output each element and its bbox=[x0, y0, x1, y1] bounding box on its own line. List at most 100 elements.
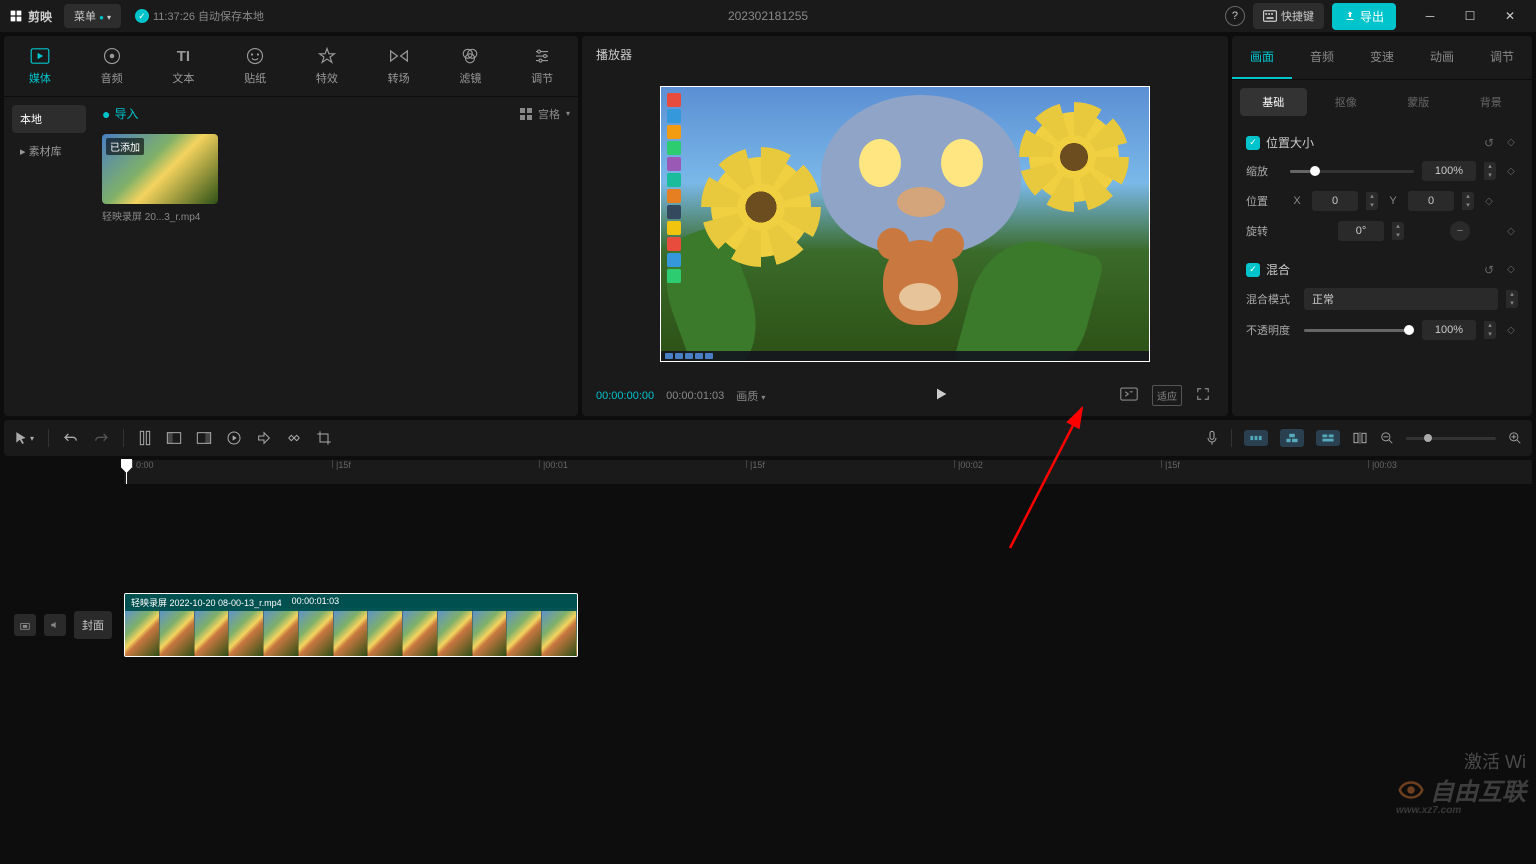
close-button[interactable]: ✕ bbox=[1492, 2, 1528, 30]
scale-slider[interactable] bbox=[1290, 170, 1414, 173]
cover-button[interactable]: 封面 bbox=[74, 611, 112, 639]
props-tab-adjust[interactable]: 调节 bbox=[1472, 36, 1532, 79]
select-tool[interactable]: ▾ bbox=[14, 431, 34, 445]
redo-button[interactable] bbox=[93, 431, 109, 445]
transition-icon bbox=[389, 46, 409, 66]
tab-effect[interactable]: 特效 bbox=[291, 36, 363, 96]
play-button[interactable] bbox=[933, 386, 949, 405]
media-item-name: 轻映录屏 20...3_r.mp4 bbox=[102, 208, 218, 223]
added-badge: 已添加 bbox=[106, 138, 144, 155]
rotation-input[interactable] bbox=[1338, 221, 1384, 241]
keyframe-icon[interactable]: ◇ bbox=[1504, 136, 1518, 150]
keyframe-icon[interactable]: ◇ bbox=[1482, 194, 1496, 208]
reset-icon[interactable]: ↺ bbox=[1484, 263, 1494, 277]
media-tabs: 媒体 音频 TI文本 贴纸 特效 转场 滤镜 调节 bbox=[4, 36, 578, 97]
keyframe-icon[interactable]: ◇ bbox=[1504, 323, 1518, 337]
watermark: 自由互联 www.xz7.com bbox=[1396, 772, 1526, 816]
blend-mode-select[interactable] bbox=[1304, 288, 1498, 310]
minimize-button[interactable]: ─ bbox=[1412, 2, 1448, 30]
delete-right-tool[interactable] bbox=[196, 431, 212, 445]
keyframe-icon[interactable]: ◇ bbox=[1504, 224, 1518, 238]
x-spinner[interactable]: ▴▾ bbox=[1366, 192, 1378, 210]
compare-icon[interactable] bbox=[1116, 385, 1142, 406]
freeze-tool[interactable] bbox=[286, 430, 302, 446]
tab-text[interactable]: TI文本 bbox=[148, 36, 220, 96]
zoom-slider[interactable] bbox=[1406, 437, 1496, 440]
menu-button[interactable]: 菜单 ● ▾ bbox=[64, 4, 121, 28]
y-spinner[interactable]: ▴▾ bbox=[1462, 192, 1474, 210]
scale-input[interactable] bbox=[1422, 161, 1476, 181]
subtab-mask[interactable]: 蒙版 bbox=[1385, 88, 1452, 116]
track-lock-button[interactable] bbox=[14, 614, 36, 636]
preview-axis[interactable] bbox=[1352, 432, 1368, 444]
preview-controls: 00:00:00:00 00:00:01:03 画质 ▾ 适应 bbox=[582, 375, 1228, 416]
track-header: 封面 bbox=[4, 611, 124, 639]
quality-selector[interactable]: 画质 ▾ bbox=[736, 388, 765, 404]
preview-viewport[interactable] bbox=[582, 73, 1228, 375]
preview-panel: 播放器 00:00:00:00 00:00:01:03 画质 ▾ bbox=[582, 36, 1228, 416]
undo-button[interactable] bbox=[63, 431, 79, 445]
video-clip[interactable]: 轻映录屏 2022-10-20 08-00-13_r.mp4 00:00:01:… bbox=[124, 593, 578, 657]
props-tab-speed[interactable]: 变速 bbox=[1352, 36, 1412, 79]
blend-mode-spinner[interactable]: ▴▾ bbox=[1506, 290, 1518, 308]
time-total: 00:00:01:03 bbox=[666, 390, 724, 402]
blend-checkbox[interactable]: ✓ bbox=[1246, 263, 1260, 277]
magnet-main-track[interactable] bbox=[1244, 430, 1268, 446]
view-mode-toggle[interactable]: 宫格 ▾ bbox=[520, 106, 570, 122]
delete-left-tool[interactable] bbox=[166, 431, 182, 445]
magnet-link[interactable] bbox=[1316, 430, 1340, 446]
media-thumbnail: 已添加 bbox=[102, 134, 218, 204]
fullscreen-icon[interactable] bbox=[1192, 385, 1214, 406]
mic-icon[interactable] bbox=[1205, 430, 1219, 446]
reset-icon[interactable]: ↺ bbox=[1484, 136, 1494, 150]
position-x-input[interactable] bbox=[1312, 191, 1358, 211]
keyframe-icon[interactable]: ◇ bbox=[1504, 164, 1518, 178]
export-button[interactable]: 导出 bbox=[1332, 3, 1396, 30]
props-tab-picture[interactable]: 画面 bbox=[1232, 36, 1292, 79]
subtab-cutout[interactable]: 抠像 bbox=[1313, 88, 1380, 116]
magnet-auto[interactable] bbox=[1280, 429, 1304, 447]
tab-sticker[interactable]: 贴纸 bbox=[219, 36, 291, 96]
reverse-tool[interactable] bbox=[256, 431, 272, 445]
zoom-in-icon[interactable] bbox=[1508, 431, 1522, 445]
tab-audio[interactable]: 音频 bbox=[76, 36, 148, 96]
preview-header: 播放器 bbox=[582, 36, 1228, 73]
props-tab-animation[interactable]: 动画 bbox=[1412, 36, 1472, 79]
import-button[interactable]: ● 导入 bbox=[102, 105, 138, 122]
position-y-input[interactable] bbox=[1408, 191, 1454, 211]
keyframe-icon[interactable]: ◇ bbox=[1504, 263, 1518, 277]
split-tool[interactable] bbox=[138, 430, 152, 446]
timeline-area[interactable]: 0:00 |15f |00:01 |15f |00:02 |15f |00:03… bbox=[4, 460, 1532, 484]
opacity-input[interactable] bbox=[1422, 320, 1476, 340]
opacity-slider[interactable] bbox=[1304, 329, 1414, 332]
timeline-ruler[interactable]: 0:00 |15f |00:01 |15f |00:02 |15f |00:03 bbox=[124, 460, 1532, 484]
maximize-button[interactable]: ☐ bbox=[1452, 2, 1488, 30]
sidebar-item-library[interactable]: ▸ 素材库 bbox=[12, 137, 86, 165]
time-current: 00:00:00:00 bbox=[596, 390, 654, 402]
record-tool[interactable] bbox=[226, 430, 242, 446]
media-icon bbox=[30, 46, 50, 66]
shortcut-button[interactable]: 快捷键 bbox=[1253, 3, 1324, 29]
preview-frame bbox=[660, 86, 1150, 362]
media-item[interactable]: 已添加 轻映录屏 20...3_r.mp4 bbox=[102, 134, 218, 223]
help-icon[interactable]: ? bbox=[1225, 6, 1245, 26]
tab-transition[interactable]: 转场 bbox=[363, 36, 435, 96]
subtab-basic[interactable]: 基础 bbox=[1240, 88, 1307, 116]
rotation-minus-button[interactable]: − bbox=[1450, 221, 1470, 241]
track-mute-button[interactable] bbox=[44, 614, 66, 636]
ratio-button[interactable]: 适应 bbox=[1152, 385, 1182, 406]
rotation-spinner[interactable]: ▴▾ bbox=[1392, 222, 1404, 240]
opacity-spinner[interactable]: ▴▾ bbox=[1484, 321, 1496, 339]
zoom-out-icon[interactable] bbox=[1380, 431, 1394, 445]
scale-spinner[interactable]: ▴▾ bbox=[1484, 162, 1496, 180]
sidebar-item-local[interactable]: 本地 bbox=[12, 105, 86, 133]
blend-section: ✓混合 ↺◇ 混合模式 ▴▾ 不透明度 ▴▾ ◇ bbox=[1232, 251, 1532, 350]
tab-media[interactable]: 媒体 bbox=[4, 36, 76, 96]
tab-adjust[interactable]: 调节 bbox=[506, 36, 578, 96]
tab-filter[interactable]: 滤镜 bbox=[435, 36, 507, 96]
props-tab-audio[interactable]: 音频 bbox=[1292, 36, 1352, 79]
crop-tool[interactable] bbox=[316, 430, 332, 446]
grid-icon bbox=[520, 108, 532, 120]
transform-checkbox[interactable]: ✓ bbox=[1246, 136, 1260, 150]
subtab-background[interactable]: 背景 bbox=[1458, 88, 1525, 116]
